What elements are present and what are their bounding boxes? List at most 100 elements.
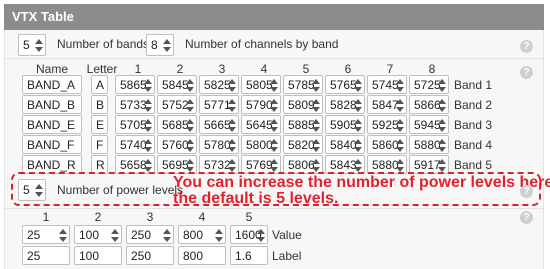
band-name-input[interactable]: BAND_B [22, 95, 82, 114]
frequency-spinner[interactable]: 5847 [367, 95, 407, 114]
spinner-arrows-icon[interactable] [270, 157, 278, 173]
spinner-arrows-icon[interactable] [228, 157, 236, 173]
spinner-arrows-icon[interactable] [186, 117, 194, 133]
spinner-arrows-icon[interactable] [438, 77, 446, 93]
power-value-spinner[interactable]: 25 [22, 225, 70, 244]
frequency-spinner[interactable]: 5885 [283, 115, 323, 134]
frequency-spinner[interactable]: 5790 [241, 95, 281, 114]
spinner-arrows-icon[interactable] [354, 97, 362, 113]
spinner-arrows-icon[interactable] [270, 137, 278, 153]
spinner-arrows-icon[interactable] [354, 77, 362, 93]
spinner-arrows-icon[interactable] [228, 117, 236, 133]
spinner-arrows-icon[interactable] [354, 117, 362, 133]
power-value-spinner[interactable]: 100 [74, 225, 122, 244]
power-levels-spinner[interactable]: 5 [18, 179, 46, 201]
bands-count-spinner[interactable]: 5 [18, 34, 46, 56]
spinner-arrows-icon[interactable] [312, 117, 320, 133]
spinner-arrows-icon[interactable] [312, 157, 320, 173]
spinner-arrows-icon[interactable] [186, 157, 194, 173]
spinner-arrows-icon[interactable] [396, 137, 404, 153]
spinner-arrows-icon[interactable] [312, 137, 320, 153]
spinner-arrows-icon[interactable] [144, 97, 152, 113]
frequency-spinner[interactable]: 5760 [157, 135, 197, 154]
band-name-input[interactable]: BAND_A [22, 75, 82, 94]
spinner-arrows-icon[interactable] [35, 182, 43, 198]
band-name-input[interactable]: BAND_F [22, 135, 82, 154]
frequency-spinner[interactable]: 5685 [157, 115, 197, 134]
band-letter-input[interactable]: B [91, 95, 108, 114]
spinner-arrows-icon[interactable] [270, 97, 278, 113]
frequency-spinner[interactable]: 5745 [367, 75, 407, 94]
band-letter-input[interactable]: A [91, 75, 108, 94]
help-icon[interactable]: ? [520, 211, 533, 224]
frequency-spinner[interactable]: 5925 [367, 115, 407, 134]
frequency-spinner[interactable]: 5845 [157, 75, 197, 94]
spinner-arrows-icon[interactable] [35, 37, 43, 53]
spinner-arrows-icon[interactable] [228, 137, 236, 153]
spinner-arrows-icon[interactable] [396, 77, 404, 93]
frequency-spinner[interactable]: 5705 [115, 115, 155, 134]
frequency-spinner[interactable]: 5665 [199, 115, 239, 134]
help-icon[interactable]: ? [520, 40, 533, 53]
spinner-arrows-icon[interactable] [163, 37, 171, 53]
frequency-spinner[interactable]: 5780 [199, 135, 239, 154]
frequency-spinner[interactable]: 5945 [409, 115, 449, 134]
frequency-spinner[interactable]: 5800 [241, 135, 281, 154]
spinner-arrows-icon[interactable] [144, 137, 152, 153]
spinner-arrows-icon[interactable] [228, 97, 236, 113]
spinner-arrows-icon[interactable] [438, 97, 446, 113]
spinner-arrows-icon[interactable] [163, 227, 171, 243]
frequency-spinner[interactable]: 5771 [199, 95, 239, 114]
spinner-arrows-icon[interactable] [257, 227, 265, 243]
frequency-spinner[interactable]: 5645 [241, 115, 281, 134]
frequency-spinner[interactable]: 5865 [115, 75, 155, 94]
frequency-spinner[interactable]: 5752 [157, 95, 197, 114]
help-icon[interactable]: ? [520, 185, 533, 198]
spinner-arrows-icon[interactable] [354, 157, 362, 173]
channels-count-spinner[interactable]: 8 [146, 34, 174, 56]
spinner-arrows-icon[interactable] [59, 227, 67, 243]
power-value-spinner[interactable]: 250 [126, 225, 174, 244]
frequency-spinner[interactable]: 5860 [367, 135, 407, 154]
spinner-arrows-icon[interactable] [438, 137, 446, 153]
spinner-arrows-icon[interactable] [312, 77, 320, 93]
power-label-input[interactable]: 100 [74, 246, 122, 265]
frequency-spinner[interactable]: 5880 [409, 135, 449, 154]
power-value-spinner[interactable]: 800 [178, 225, 226, 244]
band-letter-input[interactable]: F [91, 135, 108, 154]
spinner-arrows-icon[interactable] [354, 137, 362, 153]
band-letter-input[interactable]: E [91, 115, 108, 134]
band-name-input[interactable]: BAND_E [22, 115, 82, 134]
power-label-input[interactable]: 800 [178, 246, 226, 265]
spinner-arrows-icon[interactable] [228, 77, 236, 93]
power-label-input[interactable]: 1.6 [230, 246, 268, 265]
frequency-spinner[interactable]: 5765 [325, 75, 365, 94]
frequency-spinner[interactable]: 5866 [409, 95, 449, 114]
spinner-arrows-icon[interactable] [144, 117, 152, 133]
spinner-arrows-icon[interactable] [270, 77, 278, 93]
spinner-arrows-icon[interactable] [312, 97, 320, 113]
frequency-spinner[interactable]: 5905 [325, 115, 365, 134]
frequency-spinner[interactable]: 5733 [115, 95, 155, 114]
frequency-spinner[interactable]: 5828 [325, 95, 365, 114]
frequency-spinner[interactable]: 5825 [199, 75, 239, 94]
spinner-arrows-icon[interactable] [396, 117, 404, 133]
frequency-spinner[interactable]: 5820 [283, 135, 323, 154]
frequency-spinner[interactable]: 5740 [115, 135, 155, 154]
help-icon[interactable]: ? [520, 66, 533, 79]
spinner-arrows-icon[interactable] [186, 77, 194, 93]
frequency-spinner[interactable]: 5725 [409, 75, 449, 94]
spinner-arrows-icon[interactable] [186, 137, 194, 153]
frequency-spinner[interactable]: 5809 [283, 95, 323, 114]
spinner-arrows-icon[interactable] [111, 227, 119, 243]
spinner-arrows-icon[interactable] [270, 117, 278, 133]
power-value-spinner[interactable]: 1600 [230, 225, 268, 244]
frequency-spinner[interactable]: 5840 [325, 135, 365, 154]
power-label-input[interactable]: 25 [22, 246, 70, 265]
spinner-arrows-icon[interactable] [144, 77, 152, 93]
spinner-arrows-icon[interactable] [396, 97, 404, 113]
spinner-arrows-icon[interactable] [186, 97, 194, 113]
frequency-spinner[interactable]: 5785 [283, 75, 323, 94]
spinner-arrows-icon[interactable] [438, 117, 446, 133]
spinner-arrows-icon[interactable] [144, 157, 152, 173]
